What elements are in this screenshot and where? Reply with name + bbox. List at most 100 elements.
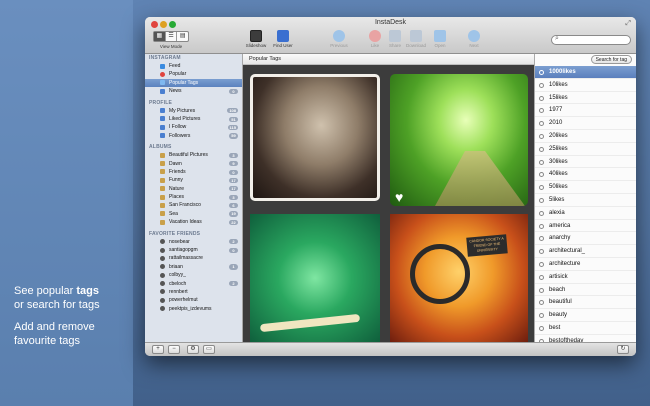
sidebar-item-label: rennbert: [169, 288, 188, 295]
tag-icon: [539, 172, 544, 178]
tag-item[interactable]: beautiful: [535, 296, 636, 310]
sidebar-item-label: Followers: [169, 132, 191, 139]
detail-view-icon[interactable]: ▤: [177, 32, 188, 41]
sidebar-item-album[interactable]: Beautiful Pictures 3: [145, 151, 242, 159]
sidebar-item-friend[interactable]: santiagopgm 0: [145, 246, 242, 254]
sidebar-item-friend[interactable]: nosebear 2: [145, 238, 242, 246]
tag-item[interactable]: anarchy: [535, 232, 636, 246]
next-button[interactable]: Next: [462, 30, 486, 48]
info-button[interactable]: ▭: [203, 345, 215, 354]
tag-item[interactable]: 1977: [535, 104, 636, 118]
open-button[interactable]: Open: [428, 30, 452, 48]
tag-item[interactable]: 20likes: [535, 130, 636, 143]
search-input[interactable]: ⌕: [551, 35, 631, 45]
find-user-button[interactable]: Find User: [271, 30, 295, 48]
promo-text-favourites: Add and remove favourite tags: [14, 321, 95, 347]
sidebar-item-feed[interactable]: Feed: [145, 62, 242, 70]
search-for-tag-button[interactable]: Search for tag: [590, 55, 632, 64]
heart-icon[interactable]: ♥: [395, 189, 403, 205]
album-icon: [160, 169, 165, 175]
sidebar-item-label: Liked Pictures: [169, 115, 201, 122]
view-mode-control[interactable]: ▦ ☰ ▤: [153, 31, 189, 42]
tag-icon: [539, 108, 544, 114]
tag-item[interactable]: 5likes: [535, 194, 636, 207]
sidebar-item-label: nosebear: [169, 238, 190, 245]
fullscreen-icon[interactable]: ⤢: [625, 20, 631, 28]
tag-item[interactable]: 2010: [535, 117, 636, 130]
settings-icon[interactable]: ⚙: [187, 345, 199, 354]
album-icon: [160, 177, 165, 183]
next-label: Next: [469, 43, 479, 48]
tag-label: best: [549, 324, 561, 331]
remove-button[interactable]: −: [168, 345, 180, 354]
tag-item[interactable]: best: [535, 322, 636, 335]
sidebar-item-label: News: [169, 88, 182, 95]
list-view-icon[interactable]: ☰: [166, 32, 178, 41]
sidebar-item-liked-pictures[interactable]: Liked Pictures 51: [145, 115, 242, 123]
tag-item[interactable]: 30likes: [535, 156, 636, 169]
sidebar-item-friend[interactable]: cbeloch 2: [145, 280, 242, 288]
sidebar-item-album[interactable]: Funny 17: [145, 176, 242, 184]
sidebar: INSTAGRAM Feed Popular Popular Tags News…: [145, 54, 243, 342]
tag-label: 1000likes: [549, 69, 576, 75]
sidebar-item-friend[interactable]: colbyy_: [145, 271, 242, 279]
sidebar-item-popular[interactable]: Popular: [145, 70, 242, 78]
tag-icon: [539, 210, 544, 216]
sidebar-item-album[interactable]: Nature 17: [145, 185, 242, 193]
photo-thumbnail[interactable]: [250, 74, 380, 201]
tag-item[interactable]: artisick: [535, 271, 636, 284]
tag-item[interactable]: 10likes: [535, 79, 636, 92]
sidebar-item-album[interactable]: Vacation Ideas 22: [145, 218, 242, 226]
sidebar-item-friend[interactable]: peektpis_izdevums: [145, 305, 242, 313]
sidebar-item-label: briaan: [169, 263, 183, 270]
sidebar-item-followers[interactable]: Followers 59: [145, 132, 242, 140]
sidebar-item-friend[interactable]: powerhelmut: [145, 296, 242, 304]
tag-item[interactable]: 50likes: [535, 181, 636, 194]
tag-label: 10likes: [549, 81, 568, 88]
sidebar-item-label: My Pictures: [169, 107, 196, 114]
count-badge: 1: [229, 264, 238, 270]
sidebar-item-album[interactable]: Friends 0: [145, 168, 242, 176]
sidebar-item-friend[interactable]: rattailmassacre: [145, 254, 242, 262]
tag-label: beautiful: [549, 299, 572, 306]
tag-item[interactable]: 15likes: [535, 92, 636, 105]
previous-button[interactable]: Previous: [327, 30, 351, 48]
tag-icon: [539, 223, 544, 229]
tag-item[interactable]: beauty: [535, 309, 636, 322]
add-button[interactable]: +: [152, 345, 164, 354]
slideshow-button[interactable]: Slideshow: [244, 30, 268, 48]
download-button[interactable]: Download: [404, 30, 428, 48]
sidebar-item-friend[interactable]: briaan 1: [145, 263, 242, 271]
previous-arrow-icon: [333, 30, 345, 42]
tag-label: 5likes: [549, 196, 565, 203]
tag-icon: [539, 274, 544, 280]
sidebar-item-label: Vacation Ideas: [169, 219, 202, 226]
sidebar-item-news[interactable]: News 0: [145, 87, 242, 95]
tag-item[interactable]: architecture: [535, 258, 636, 271]
tag-item[interactable]: alexia: [535, 207, 636, 220]
count-badge: 0: [229, 88, 238, 94]
tag-item[interactable]: beach: [535, 284, 636, 297]
tag-item[interactable]: architectural_: [535, 245, 636, 258]
sidebar-item-album[interactable]: Places 3: [145, 193, 242, 201]
sidebar-item-i-follow[interactable]: I Follow 115: [145, 123, 242, 131]
photo-thumbnail[interactable]: CANDOR SOCIETY A FRIEND OF THE UNIVERSIT…: [390, 214, 528, 342]
tag-item[interactable]: 25likes: [535, 143, 636, 156]
tag-icon: [539, 146, 544, 152]
tag-item[interactable]: 1000likes: [535, 66, 636, 79]
sidebar-item-my-pictures[interactable]: My Pictures 108: [145, 107, 242, 115]
sidebar-item-album[interactable]: Dawn 9: [145, 160, 242, 168]
sidebar-item-popular-tags[interactable]: Popular Tags: [145, 78, 242, 88]
tag-item[interactable]: 40likes: [535, 168, 636, 182]
sidebar-item-label: Dawn: [169, 160, 182, 167]
photo-thumbnail[interactable]: ♥: [390, 74, 528, 206]
photo-thumbnail[interactable]: [250, 214, 380, 342]
sidebar-item-friend[interactable]: rennbert: [145, 288, 242, 296]
tag-item[interactable]: america: [535, 220, 636, 233]
sidebar-item-album[interactable]: San Francisco 6: [145, 201, 242, 209]
sidebar-item-album[interactable]: Sea 19: [145, 210, 242, 218]
app-window: InstaDesk ⤢ ▦ ☰ ▤ View Mode Slideshow Fi…: [145, 17, 636, 356]
grid-view-icon[interactable]: ▦: [154, 32, 166, 41]
album-icon: [160, 202, 165, 208]
refresh-icon[interactable]: ↻: [617, 345, 629, 354]
